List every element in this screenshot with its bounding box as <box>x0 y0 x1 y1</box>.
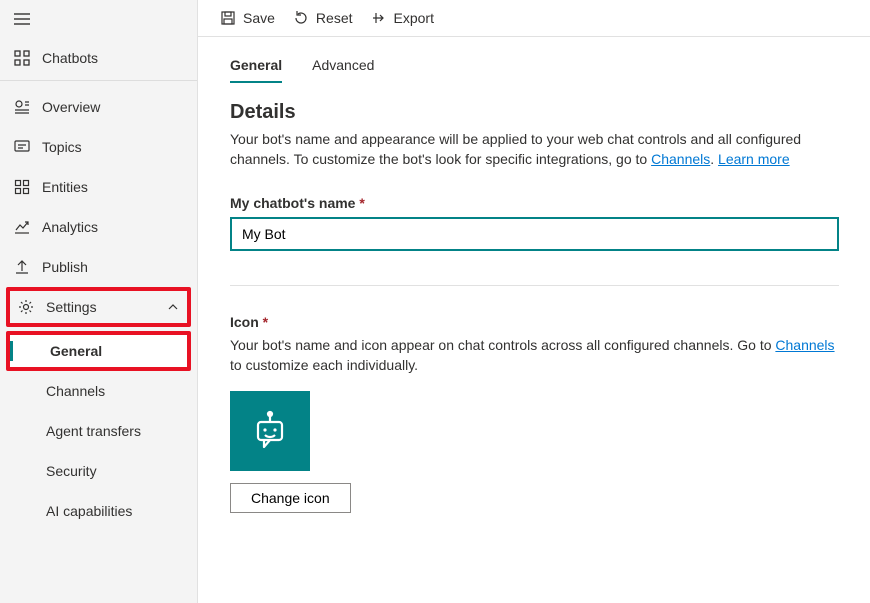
tabs: General Advanced <box>230 57 839 83</box>
divider <box>230 285 839 286</box>
channels-link-2[interactable]: Channels <box>775 337 834 353</box>
name-field-label: My chatbot's name * <box>230 195 839 211</box>
nav-label: Settings <box>46 299 155 315</box>
required-indicator: * <box>263 314 268 330</box>
nav-sub-label: AI capabilities <box>46 503 132 519</box>
save-label: Save <box>243 10 275 26</box>
required-indicator: * <box>359 195 364 211</box>
details-title: Details <box>230 101 839 124</box>
nav-label: Overview <box>42 99 183 115</box>
reset-label: Reset <box>316 10 353 26</box>
sidebar-item-entities[interactable]: Entities <box>0 167 197 207</box>
save-button[interactable]: Save <box>220 10 275 26</box>
sidebar-sub-general[interactable]: General <box>10 335 187 367</box>
export-button[interactable]: Export <box>371 10 434 26</box>
change-icon-button[interactable]: Change icon <box>230 483 351 513</box>
main: Save Reset Export General Advanced Detai… <box>198 0 870 603</box>
sidebar-sub-security[interactable]: Security <box>0 451 197 491</box>
settings-highlight: Settings <box>6 287 191 327</box>
export-label: Export <box>394 10 434 26</box>
sidebar-chatbots-label: Chatbots <box>42 50 98 66</box>
export-icon <box>371 10 387 26</box>
sidebar-sub-channels[interactable]: Channels <box>0 371 197 411</box>
publish-icon <box>14 259 30 275</box>
topics-icon <box>14 139 30 155</box>
entities-icon <box>14 179 30 195</box>
reset-icon <box>293 10 309 26</box>
nav-label: Publish <box>42 259 183 275</box>
general-highlight: General <box>6 331 191 371</box>
toolbar: Save Reset Export <box>198 0 870 37</box>
gear-icon <box>18 299 34 315</box>
details-description: Your bot's name and appearance will be a… <box>230 130 839 169</box>
reset-button[interactable]: Reset <box>293 10 353 26</box>
sidebar-item-settings[interactable]: Settings <box>10 291 187 323</box>
icon-field-label: Icon * <box>230 314 839 330</box>
hamburger-icon[interactable] <box>14 13 30 25</box>
nav-sub-label: Channels <box>46 383 105 399</box>
nav-sub-label: Agent transfers <box>46 423 141 439</box>
sidebar-item-analytics[interactable]: Analytics <box>0 207 197 247</box>
chevron-up-icon <box>167 301 179 313</box>
nav-sub-label: General <box>50 343 102 359</box>
channels-link[interactable]: Channels <box>651 151 710 167</box>
nav-label: Topics <box>42 139 183 155</box>
sidebar-item-publish[interactable]: Publish <box>0 247 197 287</box>
sidebar-sub-agent-transfers[interactable]: Agent transfers <box>0 411 197 451</box>
nav-label: Analytics <box>42 219 183 235</box>
bot-icon-preview <box>230 391 310 471</box>
sidebar-item-topics[interactable]: Topics <box>0 127 197 167</box>
tab-advanced[interactable]: Advanced <box>312 57 374 83</box>
tab-general[interactable]: General <box>230 57 282 83</box>
grid-icon <box>14 50 30 66</box>
bot-icon <box>248 409 292 453</box>
analytics-icon <box>14 219 30 235</box>
overview-icon <box>14 99 30 115</box>
nav-sub-label: Security <box>46 463 97 479</box>
learn-more-link[interactable]: Learn more <box>718 151 790 167</box>
sidebar: Chatbots Overview Topics Entities Analyt… <box>0 0 198 603</box>
save-icon <box>220 10 236 26</box>
nav-label: Entities <box>42 179 183 195</box>
icon-description: Your bot's name and icon appear on chat … <box>230 336 839 375</box>
chatbot-name-input[interactable] <box>230 217 839 251</box>
sidebar-item-chatbots[interactable]: Chatbots <box>0 38 197 81</box>
sidebar-item-overview[interactable]: Overview <box>0 87 197 127</box>
sidebar-sub-ai-capabilities[interactable]: AI capabilities <box>0 491 197 531</box>
